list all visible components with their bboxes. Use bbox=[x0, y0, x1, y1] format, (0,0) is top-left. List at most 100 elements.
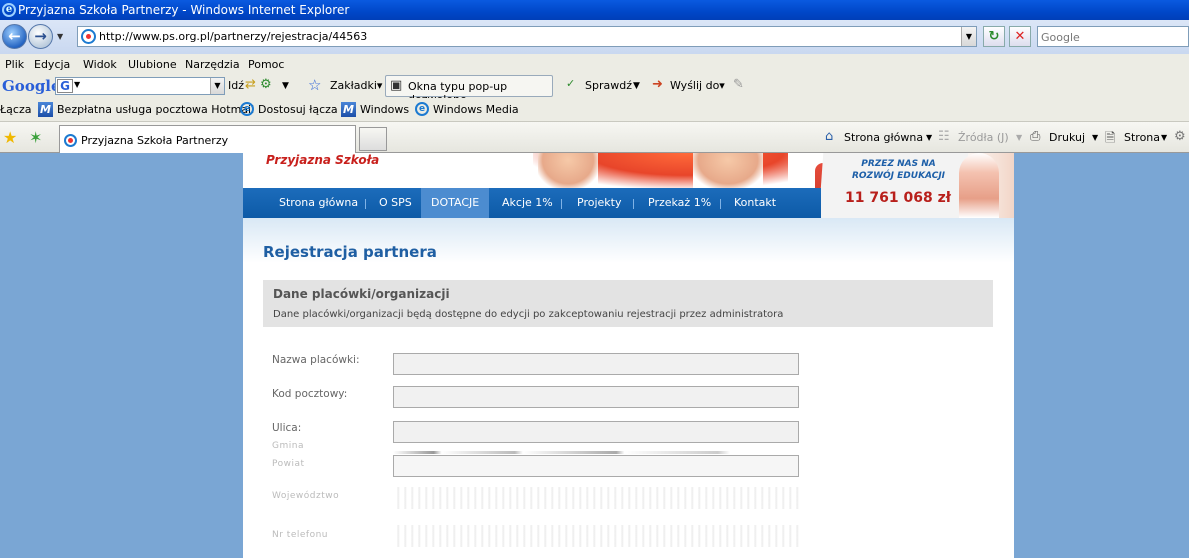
nav-contact[interactable]: Kontakt bbox=[734, 188, 776, 218]
bookmarks-star-icon[interactable]: ☆ bbox=[308, 76, 321, 94]
street-input[interactable] bbox=[393, 421, 799, 443]
address-toolbar: ← → ▼ http://www.ps.org.pl/partnerzy/rej… bbox=[0, 20, 1189, 54]
nav-home[interactable]: Strona główna bbox=[279, 188, 358, 218]
google-toolbar: Google G ▼ ▼ Idź ⇄ ⚙ ▼ ☆ Zakładki▾ ▣ Okn… bbox=[0, 74, 1189, 106]
feeds-icon: ☷ bbox=[938, 129, 950, 144]
google-search-dropdown-icon[interactable]: ▼ bbox=[210, 78, 224, 94]
field-label-postal: Kod pocztowy: bbox=[272, 388, 348, 400]
google-logo[interactable]: Google bbox=[2, 77, 61, 95]
banner-person bbox=[959, 153, 999, 218]
nav-projects[interactable]: Projekty bbox=[577, 188, 621, 218]
institution-name-input[interactable] bbox=[393, 353, 799, 375]
link-hotmail[interactable]: Bezpłatna usługa pocztowa Hotmail bbox=[57, 103, 254, 116]
home-dropdown-icon[interactable]: ▼ bbox=[926, 133, 932, 142]
address-url[interactable]: http://www.ps.org.pl/partnerzy/rejestrac… bbox=[99, 30, 367, 43]
tab-favicon-icon bbox=[64, 134, 77, 147]
window-title: Przyjazna Szkoła Partnerzy - Windows Int… bbox=[18, 3, 350, 17]
back-arrow-icon[interactable]: ← bbox=[2, 24, 27, 49]
google-g-dropdown-icon[interactable]: ▼ bbox=[74, 80, 80, 89]
link-windows-media[interactable]: Windows Media bbox=[433, 103, 519, 116]
print-button[interactable]: Drukuj bbox=[1049, 131, 1085, 144]
menu-bar: Plik Edycja Widok Ulubione Narzędzia Pom… bbox=[0, 54, 1189, 74]
new-tab-button[interactable] bbox=[359, 127, 387, 151]
spellcheck-dropdown-icon[interactable]: ▼ bbox=[633, 81, 640, 91]
nav-separator bbox=[720, 199, 721, 209]
menu-file[interactable]: Plik bbox=[5, 58, 24, 71]
header-photo-arm bbox=[538, 153, 598, 188]
faded-label: Województwo bbox=[272, 491, 340, 501]
faded-label: Nr telefonu bbox=[272, 530, 328, 540]
ie-link-icon: e bbox=[415, 102, 429, 116]
menu-tools[interactable]: Narzędzia bbox=[185, 58, 240, 71]
address-bar[interactable]: http://www.ps.org.pl/partnerzy/rejestrac… bbox=[77, 26, 977, 47]
header-photo bbox=[533, 153, 788, 188]
ie-link-icon: e bbox=[240, 102, 254, 116]
nav-grants[interactable]: DOTACJE bbox=[421, 188, 490, 218]
page-viewport: Przyjazna Szkoła PRZEZ NAS NA ROZWÓJ EDU… bbox=[0, 153, 1189, 558]
menu-favorites[interactable]: Ulubione bbox=[128, 58, 177, 71]
section-title: Dane placówki/organizacji bbox=[273, 287, 450, 301]
spellcheck-button[interactable]: Sprawdź bbox=[585, 79, 632, 92]
nav-separator bbox=[633, 199, 634, 209]
home-button[interactable]: Strona główna bbox=[844, 131, 923, 144]
tab-label: Przyjazna Szkoła Partnerzy bbox=[81, 134, 229, 147]
print-icon[interactable]: ⎙ bbox=[1030, 129, 1040, 144]
msn-icon: M bbox=[38, 102, 53, 117]
page-dropdown-icon[interactable]: ▼ bbox=[1161, 133, 1167, 142]
link-windows[interactable]: Windows bbox=[360, 103, 409, 116]
home-icon[interactable]: ⌂ bbox=[825, 129, 833, 144]
section-header: Dane placówki/organizacji Dane placówki/… bbox=[263, 280, 993, 327]
page-button[interactable]: Strona bbox=[1124, 131, 1160, 144]
google-search-input[interactable]: G ▼ ▼ bbox=[55, 77, 225, 95]
donation-banner: PRZEZ NAS NA ROZWÓJ EDUKACJI 11 761 068 … bbox=[815, 153, 1014, 218]
field-label-street: Ulica: bbox=[272, 422, 302, 434]
link-customize[interactable]: Dostosuj łącza bbox=[258, 103, 338, 116]
county-select[interactable] bbox=[393, 455, 799, 477]
menu-help[interactable]: Pomoc bbox=[248, 58, 284, 71]
postal-code-input[interactable] bbox=[393, 386, 799, 408]
pencil-icon[interactable]: ✎ bbox=[733, 77, 744, 92]
google-g-icon[interactable]: G bbox=[57, 79, 73, 93]
send-to-button[interactable]: Wyślij do▾ bbox=[670, 79, 725, 92]
menu-view[interactable]: Widok bbox=[83, 58, 117, 71]
search-input[interactable]: Google bbox=[1037, 26, 1189, 47]
tab-current[interactable]: Przyjazna Szkoła Partnerzy bbox=[59, 125, 356, 153]
google-go-button[interactable]: Idź bbox=[228, 79, 244, 92]
forward-arrow-icon[interactable]: → bbox=[28, 24, 53, 49]
bookmarks-button[interactable]: Zakładki▾ bbox=[330, 79, 382, 92]
feeds-dropdown-icon: ▼ bbox=[1016, 133, 1023, 142]
stop-icon[interactable]: ✕ bbox=[1009, 26, 1031, 47]
ie-icon: e bbox=[2, 3, 16, 17]
donation-text: PRZEZ NAS NA ROZWÓJ EDUKACJI bbox=[851, 159, 946, 181]
add-favorite-icon[interactable]: ✶ bbox=[29, 128, 42, 147]
nav-donate[interactable]: Przekaż 1% bbox=[648, 188, 711, 218]
nav-actions[interactable]: Akcje 1% bbox=[502, 188, 553, 218]
faded-label: Powiat bbox=[272, 459, 305, 469]
faded-label: Gmina bbox=[272, 441, 304, 451]
voivodeship-select[interactable] bbox=[393, 487, 799, 509]
refresh-icon[interactable]: ↻ bbox=[983, 26, 1005, 47]
menu-edit[interactable]: Edycja bbox=[34, 58, 70, 71]
spellcheck-icon[interactable]: ✓ bbox=[566, 77, 575, 90]
print-dropdown-icon[interactable]: ▼ bbox=[1092, 133, 1098, 142]
gear-options-icon[interactable]: ⚙ bbox=[260, 77, 272, 92]
links-bar: Łącza M Bezpłatna usługa pocztowa Hotmai… bbox=[0, 98, 1189, 122]
header-photo-arm bbox=[693, 153, 763, 188]
nav-about[interactable]: O SPS bbox=[379, 188, 412, 218]
tab-bar: ★ ✶ Przyjazna Szkoła Partnerzy ⌂ Strona … bbox=[0, 122, 1189, 153]
popup-blocker-button[interactable]: ▣ Okna typu pop-up dozwolone bbox=[385, 75, 553, 106]
phone-input[interactable] bbox=[393, 525, 799, 547]
history-dropdown-icon[interactable]: ▼ bbox=[57, 32, 63, 41]
site-brand[interactable]: Przyjazna Szkoła bbox=[266, 153, 379, 167]
field-label-name: Nazwa placówki: bbox=[272, 354, 360, 366]
favorites-star-icon[interactable]: ★ bbox=[3, 128, 17, 147]
address-dropdown-icon[interactable]: ▼ bbox=[961, 27, 976, 46]
window-title-bar: e Przyjazna Szkoła Partnerzy - Windows I… bbox=[0, 0, 1189, 20]
msn-icon: M bbox=[341, 102, 356, 117]
nav-separator bbox=[561, 199, 562, 209]
send-to-icon[interactable]: ➜ bbox=[652, 77, 663, 92]
options-dropdown-icon[interactable]: ▼ bbox=[282, 81, 289, 91]
tools-gear-icon[interactable]: ⚙ bbox=[1174, 129, 1186, 144]
page-icon[interactable]: 🗎 bbox=[1105, 129, 1115, 151]
feeds-button: Źródła (J) bbox=[958, 131, 1009, 144]
